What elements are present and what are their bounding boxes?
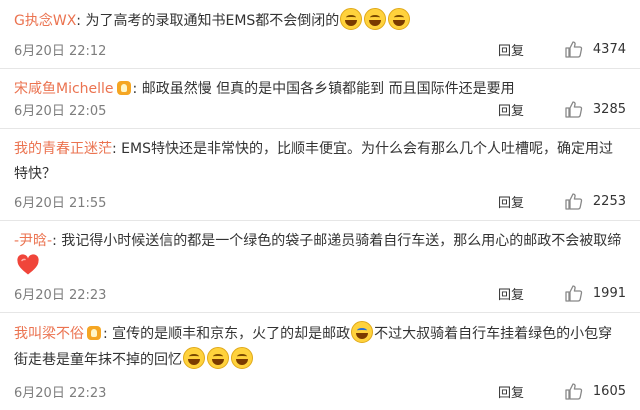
laugh-emoji-icon: [388, 8, 411, 30]
colon: :: [52, 233, 57, 249]
laugh-emoji-icon: [183, 347, 205, 369]
thumbs-up-icon: [565, 193, 583, 210]
laugh-cry-emoji-icon: [351, 321, 374, 343]
timestamp: 6月20日 22:23: [14, 288, 107, 303]
comment-meta: 6月20日 22:05 回复 3285: [14, 98, 626, 120]
timestamp: 6月20日 22:05: [14, 104, 107, 119]
colon: :: [112, 141, 117, 157]
like-button[interactable]: 1605: [564, 380, 626, 402]
like-button[interactable]: 3285: [564, 98, 626, 120]
laugh-emoji-icon: [364, 8, 387, 30]
like-button[interactable]: 2253: [564, 190, 626, 212]
like-count: 1605: [592, 383, 626, 399]
colon: :: [132, 81, 138, 97]
reply-button[interactable]: 回复: [498, 40, 524, 59]
comment-item: G执念WX: 为了高考的录取通知书EMS都不会倒闭的 6月20日 22:12 回…: [0, 0, 640, 69]
comment-meta: 6月20日 22:23 回复 1991: [14, 282, 626, 304]
comment-text: 为了高考的录取通知书EMS都不会倒闭的: [85, 13, 340, 29]
comment-text: 宣传的是顺丰和京东，火了的却是邮政: [112, 326, 351, 342]
thumbs-up-icon: [565, 285, 583, 302]
like-button[interactable]: 4374: [564, 38, 626, 60]
laugh-emoji-icon: [207, 347, 229, 369]
laugh-emoji-icon: [231, 347, 253, 369]
timestamp: 6月20日 21:55: [14, 196, 107, 211]
comment-body: 我的青春正迷茫: EMS特快还是非常快的，比顺丰便宜。为什么会有那么几个人吐槽呢…: [14, 137, 626, 187]
reply-button[interactable]: 回复: [498, 192, 524, 211]
comment-item: 我的青春正迷茫: EMS特快还是非常快的，比顺丰便宜。为什么会有那么几个人吐槽呢…: [0, 129, 640, 221]
like-count: 3285: [592, 101, 626, 117]
thumbs-up-icon: [565, 41, 583, 58]
comment-item: -尹晗-: 我记得小时候送信的都是一个绿色的袋子邮递员骑着自行车送，那么用心的邮…: [0, 221, 640, 313]
thumbs-up-icon: [565, 383, 583, 400]
comment-text: 邮政虽然慢 但真的是中国各乡镇都能到 而且国际件还是要用: [141, 81, 515, 97]
comment-body: -尹晗-: 我记得小时候送信的都是一个绿色的袋子邮递员骑着自行车送，那么用心的邮…: [14, 229, 626, 280]
colon: :: [103, 326, 108, 342]
reply-button[interactable]: 回复: [498, 100, 524, 119]
timestamp: 6月20日 22:23: [14, 386, 107, 401]
like-button[interactable]: 1991: [564, 282, 626, 304]
vip-badge-icon: [87, 326, 101, 340]
username[interactable]: 我叫梁不俗: [14, 326, 84, 342]
like-count: 4374: [592, 41, 626, 57]
laugh-emoji-icon: [340, 8, 363, 30]
username[interactable]: 宋咸鱼Michelle: [14, 81, 114, 97]
vip-badge-icon: [116, 81, 131, 95]
comment-meta: 6月20日 22:12 回复 4374: [14, 38, 626, 60]
timestamp: 6月20日 22:12: [14, 44, 107, 59]
colon: :: [76, 13, 82, 29]
comment-body: 我叫梁不俗: 宣传的是顺丰和京东，火了的却是邮政 不过大叔骑着自行车挂着绿色的小包…: [14, 321, 626, 373]
like-count: 1991: [592, 285, 626, 301]
comment-list: G执念WX: 为了高考的录取通知书EMS都不会倒闭的 6月20日 22:12 回…: [0, 0, 640, 410]
thumbs-up-icon: [565, 101, 583, 118]
username[interactable]: G执念WX: [14, 13, 76, 29]
username[interactable]: -尹晗-: [14, 233, 52, 249]
comment-body: G执念WX: 为了高考的录取通知书EMS都不会倒闭的: [14, 8, 626, 34]
like-count: 2253: [592, 193, 626, 209]
reply-button[interactable]: 回复: [498, 284, 524, 303]
comment-meta: 6月20日 21:55 回复 2253: [14, 190, 626, 212]
comment-item: 我叫梁不俗: 宣传的是顺丰和京东，火了的却是邮政 不过大叔骑着自行车挂着绿色的小包…: [0, 313, 640, 410]
username[interactable]: 我的青春正迷茫: [14, 141, 112, 157]
comment-item: 宋咸鱼Michelle: 邮政虽然慢 但真的是中国各乡镇都能到 而且国际件还是要…: [0, 69, 640, 129]
comment-meta: 6月20日 22:23 回复 1605: [14, 380, 626, 402]
comment-text: 我记得小时候送信的都是一个绿色的袋子邮递员骑着自行车送，那么用心的邮政不会被取缔: [61, 233, 622, 249]
heart-icon: [17, 254, 39, 275]
reply-button[interactable]: 回复: [498, 382, 524, 401]
